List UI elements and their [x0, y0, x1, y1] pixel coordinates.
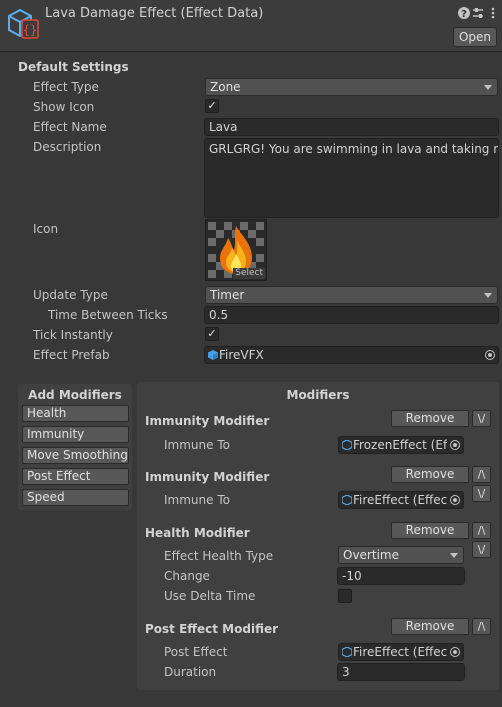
add-speed-button[interactable]: Speed	[22, 489, 129, 506]
change-field[interactable]: -10	[337, 567, 465, 585]
description-textarea[interactable]: GRLGRG! You are swimming in lava and tak…	[204, 138, 499, 218]
effect-name-field[interactable]: Lava	[204, 118, 499, 136]
chevron-down-icon	[484, 293, 492, 298]
scriptable-object-icon	[342, 440, 352, 450]
kebab-menu-icon[interactable]	[486, 6, 500, 20]
svg-text:?: ?	[461, 9, 467, 20]
immune-to-field[interactable]: FireEffect (Effect	[338, 491, 464, 509]
change-label: Change	[164, 569, 210, 583]
move-down-button[interactable]: \/	[472, 485, 491, 502]
immune-to-label: Immune To	[164, 438, 230, 452]
update-type-value: Timer	[210, 288, 245, 302]
effect-health-type-label: Effect Health Type	[164, 549, 274, 563]
object-picker-icon[interactable]	[485, 350, 495, 360]
prefab-cube-icon	[208, 350, 218, 360]
remove-modifier-button[interactable]: Remove	[391, 618, 469, 635]
immune-to-label: Immune To	[164, 493, 230, 507]
add-modifiers-heading: Add Modifiers	[28, 388, 122, 402]
help-icon[interactable]: ?	[457, 6, 471, 20]
update-type-dropdown[interactable]: Timer	[205, 286, 498, 304]
effect-prefab-field[interactable]: FireVFX	[204, 346, 499, 364]
add-post-effect-button[interactable]: Post Effect	[22, 468, 129, 485]
duration-label: Duration	[164, 665, 217, 679]
move-up-button[interactable]: /\	[472, 466, 491, 483]
tick-instantly-checkbox[interactable]: ✓	[205, 327, 219, 341]
time-between-ticks-label: Time Between Ticks	[48, 308, 168, 322]
effect-name-label: Effect Name	[33, 120, 107, 134]
object-picker-icon[interactable]	[450, 647, 460, 657]
immunity-modifier-title: Immunity Modifier	[145, 414, 270, 428]
move-down-button[interactable]: \/	[472, 410, 491, 427]
icon-label: Icon	[33, 222, 59, 236]
immune-to-value: FrozenEffect (Eff	[353, 438, 447, 452]
tick-instantly-label: Tick Instantly	[33, 328, 113, 342]
immune-to-value: FireEffect (Effect	[353, 493, 447, 507]
update-type-label: Update Type	[33, 288, 108, 302]
chevron-down-icon	[484, 85, 492, 90]
settings-sliders-icon[interactable]	[471, 6, 485, 20]
default-settings-heading: Default Settings	[18, 60, 129, 74]
scriptable-object-icon	[342, 647, 352, 657]
show-icon-label: Show Icon	[33, 100, 95, 114]
scriptable-object-icon: {}	[8, 8, 39, 39]
health-modifier-title: Health Modifier	[145, 526, 250, 540]
post-effect-modifier-title: Post Effect Modifier	[145, 622, 279, 636]
inspector-title: Lava Damage Effect (Effect Data)	[45, 6, 264, 21]
add-immunity-button[interactable]: Immunity	[22, 426, 129, 443]
icon-sprite-field[interactable]: Select	[205, 219, 267, 281]
open-button[interactable]: Open	[453, 27, 497, 47]
show-icon-checkbox[interactable]: ✓	[205, 99, 219, 113]
icon-select-button[interactable]: Select	[233, 268, 265, 279]
effect-prefab-value: FireVFX	[219, 348, 264, 362]
effect-type-value: Zone	[210, 80, 241, 94]
object-picker-icon[interactable]	[450, 440, 460, 450]
time-between-ticks-field[interactable]: 0.5	[204, 306, 499, 324]
immune-to-field[interactable]: FrozenEffect (Eff	[338, 436, 464, 454]
description-label: Description	[33, 140, 102, 154]
remove-modifier-button[interactable]: Remove	[391, 522, 469, 539]
effect-type-label: Effect Type	[33, 80, 99, 94]
post-effect-value: FireEffect (Effect	[353, 645, 447, 659]
effect-health-type-dropdown[interactable]: Overtime	[338, 546, 464, 564]
effect-prefab-label: Effect Prefab	[33, 348, 110, 362]
chevron-down-icon	[450, 553, 458, 558]
post-effect-field[interactable]: FireEffect (Effect	[338, 643, 464, 661]
add-move-smoothing-button[interactable]: Move Smoothing	[22, 447, 129, 464]
svg-text:{}: {}	[23, 23, 37, 37]
inspector-header: {} Lava Damage Effect (Effect Data) ? Op…	[0, 0, 502, 52]
scriptable-object-icon	[342, 495, 352, 505]
effect-health-type-value: Overtime	[343, 548, 399, 562]
move-up-button[interactable]: /\	[472, 618, 491, 635]
use-delta-time-label: Use Delta Time	[164, 589, 256, 603]
move-up-button[interactable]: /\	[472, 522, 491, 539]
add-modifiers-panel: Add Modifiers Health Immunity Move Smoot…	[18, 384, 132, 510]
remove-modifier-button[interactable]: Remove	[391, 466, 469, 483]
remove-modifier-button[interactable]: Remove	[391, 410, 469, 427]
use-delta-time-checkbox[interactable]	[338, 589, 352, 603]
effect-type-dropdown[interactable]: Zone	[205, 78, 498, 96]
post-effect-label: Post Effect	[164, 645, 228, 659]
object-picker-icon[interactable]	[450, 495, 460, 505]
add-health-button[interactable]: Health	[22, 405, 129, 422]
move-down-button[interactable]: \/	[472, 541, 491, 558]
immunity-modifier-title: Immunity Modifier	[145, 470, 270, 484]
modifiers-heading: Modifiers	[286, 388, 350, 402]
duration-field[interactable]: 3	[337, 663, 465, 681]
